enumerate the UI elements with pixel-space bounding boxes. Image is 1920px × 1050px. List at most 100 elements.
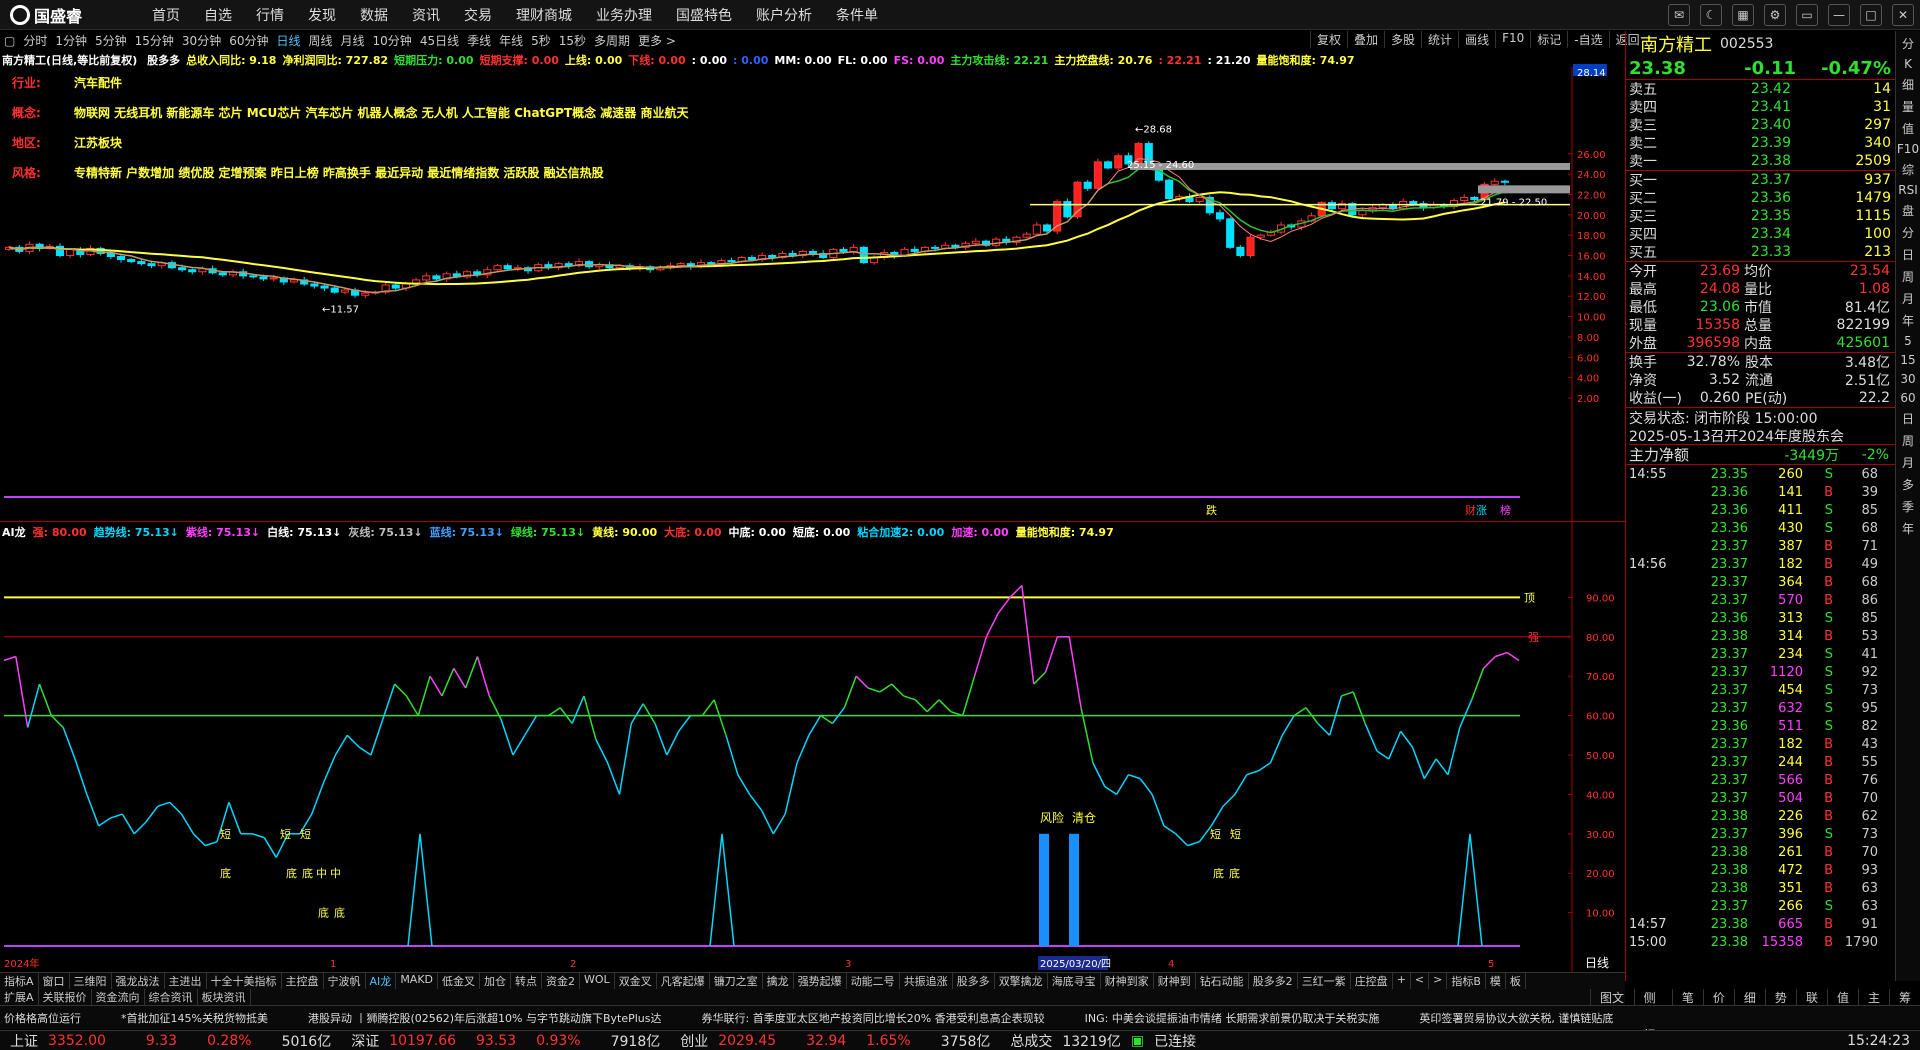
indicator-tab[interactable]: 低金叉 <box>438 973 481 989</box>
side-rail-item[interactable]: 年 <box>1902 312 1914 329</box>
layout-toggle-icon[interactable]: ▢ <box>0 34 19 48</box>
indicator-tab[interactable]: 双擎擒龙 <box>995 973 1048 989</box>
side-rail-item[interactable]: 值 <box>1902 120 1914 137</box>
right-panel-tab[interactable]: 势 <box>1764 989 1796 1005</box>
side-rail-item[interactable]: 分 <box>1902 224 1914 241</box>
indicator-tab[interactable]: 强龙战法 <box>112 973 165 989</box>
layout-icon[interactable]: ▦ <box>1732 4 1754 26</box>
extension-tab[interactable]: 资金流向 <box>92 989 145 1005</box>
orderbook-row[interactable]: 买四 23.34 100 <box>1626 225 1895 243</box>
period-tab-11[interactable]: 季线 <box>463 32 495 49</box>
indicator-tab[interactable]: + <box>1393 973 1411 989</box>
right-panel-tab[interactable]: 价 <box>1702 989 1734 1005</box>
extension-tab[interactable]: 扩展A <box>0 989 39 1005</box>
message-icon[interactable]: ✉ <box>1668 4 1690 26</box>
period-tab-10[interactable]: 45日线 <box>416 32 463 49</box>
indicator-tab[interactable]: 财神到 <box>1154 973 1196 989</box>
side-rail-item[interactable]: 5 <box>1904 334 1912 348</box>
period-tab-2[interactable]: 5分钟 <box>91 32 131 49</box>
indicator-tab[interactable]: 指标A <box>0 973 39 989</box>
period-tab-4[interactable]: 30分钟 <box>178 32 225 49</box>
indicator-tab[interactable]: 动能二号 <box>847 973 900 989</box>
tool-button-1[interactable]: 叠加 <box>1347 31 1384 48</box>
indicator-tab[interactable]: 共振追涨 <box>900 973 953 989</box>
indicator-panel[interactable]: AI龙 强: 80.00 趋势线: 75.13↓ 紫线: 75.13↓ 白线: 75.1… <box>0 522 1625 972</box>
tool-button-6[interactable]: 标记 <box>1530 31 1567 48</box>
side-rail-item[interactable]: 15 <box>1900 353 1915 367</box>
close-icon[interactable]: ✕ <box>1892 4 1914 26</box>
indicator-tab[interactable]: 加仓 <box>480 973 512 989</box>
nav-item-0[interactable]: 首页 <box>140 5 192 25</box>
side-rail-item[interactable]: K <box>1904 57 1912 71</box>
orderbook-row[interactable]: 买三 23.35 1115 <box>1626 207 1895 225</box>
indicator-tab[interactable]: 股多多2 <box>1249 973 1298 989</box>
indicator-tab[interactable]: 三维阳 <box>70 973 112 989</box>
right-panel-tab[interactable]: 主 <box>1857 989 1889 1005</box>
sh-label[interactable]: 上证 <box>10 1031 38 1050</box>
period-tab-13[interactable]: 5秒 <box>527 32 555 49</box>
period-tab-0[interactable]: 分时 <box>19 32 51 49</box>
ticker-item[interactable]: 英印签署贸易协议大欲关税, 谨慎链贴底 <box>1419 1010 1613 1026</box>
orderbook-row[interactable]: 卖二 23.39 340 <box>1626 134 1895 152</box>
cy-label[interactable]: 创业 <box>680 1031 708 1050</box>
indicator-tab[interactable]: 海底寻宝 <box>1048 973 1101 989</box>
period-tab-14[interactable]: 15秒 <box>555 32 590 49</box>
indicator-tab[interactable]: 镰刀之室 <box>710 973 763 989</box>
kline-chart-panel[interactable]: 南方精工(日线,等比前复权) 股多多 总收入同比: 9.18 净利润同比: 727.… <box>0 50 1625 522</box>
side-rail-item[interactable]: 盘 <box>1902 202 1914 219</box>
period-tab-12[interactable]: 年线 <box>495 32 527 49</box>
side-rail-item[interactable]: 年 <box>1902 520 1914 537</box>
nav-item-11[interactable]: 条件单 <box>824 5 890 25</box>
side-rail-item[interactable]: F10 <box>1897 142 1919 156</box>
indicator-tab[interactable]: 双金叉 <box>615 973 657 989</box>
indicator-tab[interactable]: < <box>1411 973 1430 989</box>
period-tab-6[interactable]: 日线 <box>272 32 304 49</box>
side-rail-item[interactable]: 周 <box>1902 268 1914 285</box>
tool-button-3[interactable]: 统计 <box>1421 31 1458 48</box>
orderbook-row[interactable]: 卖三 23.40 297 <box>1626 116 1895 134</box>
side-rail-item[interactable]: 多 <box>1902 476 1914 493</box>
nav-item-4[interactable]: 数据 <box>348 5 400 25</box>
right-panel-tab[interactable]: 值 <box>1826 989 1858 1005</box>
indicator-tab[interactable]: 擒龙 <box>763 973 794 989</box>
indicator-tab[interactable]: > <box>1429 973 1448 989</box>
side-rail-item[interactable]: 日 <box>1902 246 1914 263</box>
orderbook-row[interactable]: 买二 23.36 1479 <box>1626 189 1895 207</box>
nav-item-1[interactable]: 自选 <box>192 5 244 25</box>
orderbook-row[interactable]: 卖四 23.41 31 <box>1626 98 1895 116</box>
skin-icon[interactable]: ☾ <box>1700 4 1722 26</box>
nav-item-10[interactable]: 账户分析 <box>744 5 824 25</box>
tool-button-7[interactable]: -自选 <box>1567 31 1608 48</box>
right-panel-tab[interactable]: 图文F10 <box>1590 989 1634 1020</box>
indicator-tab[interactable]: 庄控盘 <box>1351 973 1393 989</box>
tool-button-2[interactable]: 多股 <box>1384 31 1421 48</box>
extension-tab[interactable]: 板块资讯 <box>198 989 251 1005</box>
side-rail-item[interactable]: 季 <box>1902 498 1914 515</box>
indicator-tab[interactable]: 转点 <box>511 973 543 989</box>
right-panel-tab[interactable]: 细 <box>1733 989 1765 1005</box>
orderbook-row[interactable]: 买五 23.33 213 <box>1626 243 1895 261</box>
ticker-item[interactable]: 券华联行: 首季度亚太区地产投资同比增长20% 香港受利息高企表现较 <box>702 1010 1045 1026</box>
tool-button-5[interactable]: F10 <box>1495 31 1530 48</box>
indicator-tab[interactable]: 窗口 <box>39 973 70 989</box>
restore-icon[interactable]: ▭ <box>1796 4 1818 26</box>
side-rail-item[interactable]: 60 <box>1900 391 1915 405</box>
indicator-tab[interactable]: 十全十美指标 <box>207 973 282 989</box>
period-tab-16[interactable]: 更多 > <box>634 32 680 49</box>
side-rail-item[interactable]: 综 <box>1902 161 1914 178</box>
indicator-tab[interactable]: 指标B <box>1447 973 1486 989</box>
orderbook-row[interactable]: 卖五 23.42 14 <box>1626 80 1895 98</box>
side-rail-item[interactable]: 量 <box>1902 98 1914 115</box>
nav-item-5[interactable]: 资讯 <box>400 5 452 25</box>
right-panel-tab[interactable]: 侧边栏 <box>1633 989 1672 1039</box>
orderbook-row[interactable]: 卖一 23.38 2509 <box>1626 152 1895 170</box>
nav-item-3[interactable]: 发现 <box>296 5 348 25</box>
indicator-tab[interactable]: 宁波帆 <box>324 973 366 989</box>
side-rail-item[interactable]: 细 <box>1902 76 1914 93</box>
period-tab-8[interactable]: 月线 <box>337 32 369 49</box>
right-panel-tab[interactable]: 筹 <box>1888 989 1920 1005</box>
indicator-tab[interactable]: 主控盘 <box>282 973 324 989</box>
side-rail-item[interactable]: 周 <box>1902 432 1914 449</box>
indicator-tab[interactable]: WOL <box>580 973 615 989</box>
tool-button-4[interactable]: 画线 <box>1458 31 1495 48</box>
